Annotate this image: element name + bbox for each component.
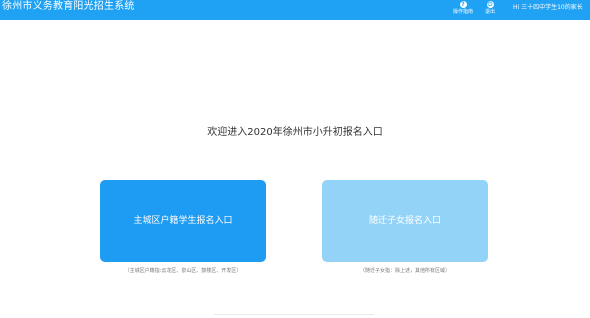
local-student-note: （主城区户籍指:云龙区、泉山区、鼓楼区、开发区） bbox=[124, 268, 242, 274]
help-guide-button[interactable]: ? 操作指南 bbox=[448, 1, 478, 16]
local-student-entry-button[interactable]: 主城区户籍学生报名入口 bbox=[100, 180, 266, 262]
bottom-divider bbox=[214, 314, 374, 315]
logout-label: 退出 bbox=[484, 9, 495, 15]
migrant-student-entry-button[interactable]: 随迁子女报名入口 bbox=[322, 180, 488, 262]
help-guide-label: 操作指南 bbox=[452, 9, 473, 15]
system-title: 徐州市义务教育阳光招生系统 bbox=[2, 1, 135, 12]
page-title: 欢迎进入2020年徐州市小升初报名入口 bbox=[207, 127, 383, 138]
user-greeting: Hi 三十四中学生10的家长 bbox=[513, 4, 583, 11]
migrant-student-note: （随迁子女指：除上述，其他所有区域） bbox=[359, 268, 450, 274]
logout-button[interactable]: ⏻ 退出 bbox=[475, 1, 505, 16]
question-icon: ? bbox=[459, 1, 467, 8]
top-header: 徐州市义务教育阳光招生系统 ? 操作指南 ⏻ 退出 Hi 三十四中学生10的家长 bbox=[0, 0, 590, 20]
logout-icon: ⏻ bbox=[486, 1, 494, 8]
